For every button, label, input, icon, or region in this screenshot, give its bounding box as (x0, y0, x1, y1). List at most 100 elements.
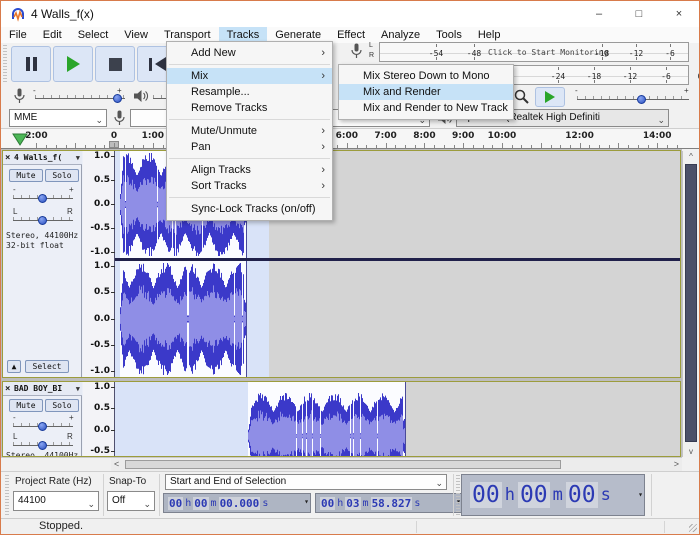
track1-vertical-ruler[interactable]: 1.00.50.0-0.5-1.0 1.00.50.0-0.5-1.0 (83, 151, 115, 377)
menu-item-sync-lock-tracks-on-off[interactable]: Sync-Lock Tracks (on/off) (167, 201, 332, 217)
amplitude-label: 0.5 (83, 404, 115, 413)
recording-meter-toolbar: L R Click to Start Monitoring -54-48-18-… (345, 41, 691, 63)
selection-end-field[interactable]: 00▾h03m58.827s (315, 493, 463, 513)
project-rate-label: Project Rate (Hz) (15, 476, 92, 487)
menu-item-resample[interactable]: Resample... (167, 84, 332, 100)
audio-host-select[interactable]: MME ⌄ (9, 109, 107, 127)
horizontal-scroll-thumb[interactable] (125, 460, 561, 469)
vertical-scroll-thumb[interactable] (685, 164, 697, 442)
menu-file[interactable]: File (1, 27, 35, 43)
status-text: Stopped. (39, 520, 83, 532)
track2-title-bar[interactable]: × BAD BOY_BI ▼ (3, 382, 82, 396)
menu-item-align-tracks[interactable]: Align Tracks› (167, 162, 332, 178)
menu-item-mute-unmute[interactable]: Mute/Unmute› (167, 123, 332, 139)
timeline-label: 0 (111, 131, 117, 141)
selection-mode-select[interactable]: Start and End of Selection ⌄ (165, 474, 447, 490)
track1-title-bar[interactable]: × 4 Walls_f( ▼ (3, 151, 82, 165)
scroll-up-icon[interactable]: ^ (683, 152, 699, 161)
track1-menu-icon[interactable]: ▼ (76, 151, 80, 165)
play-button[interactable] (53, 46, 93, 82)
minimize-button[interactable]: – (579, 1, 619, 27)
amplitude-label: 0.0 (83, 200, 115, 209)
snap-to-select[interactable]: Off ⌄ (107, 491, 155, 511)
submenu-arrow-icon: › (321, 123, 325, 139)
timeline-label: 9:00 (452, 131, 474, 141)
menu-item-pan[interactable]: Pan› (167, 139, 332, 155)
vertical-scrollbar[interactable]: ^ v (682, 151, 699, 457)
menu-edit[interactable]: Edit (35, 27, 70, 43)
play-at-speed-toolbar: - + (511, 86, 693, 109)
menu-item-add-new[interactable]: Add New› (167, 45, 332, 61)
zoom-tool-icon[interactable] (513, 88, 531, 106)
play-speed-thumb[interactable] (637, 95, 646, 104)
track1-close-icon[interactable]: × (5, 151, 10, 165)
stop-button[interactable] (95, 46, 135, 82)
stop-icon (109, 58, 122, 71)
track1-collapse-button[interactable]: ▲ (7, 360, 21, 373)
amplitude-label: 0.5 (83, 176, 115, 185)
track2-close-icon[interactable]: × (5, 382, 10, 396)
menu-item-mix-and-render-to-new-track[interactable]: Mix and Render to New Track (339, 100, 513, 116)
track2-mute-button[interactable]: Mute (9, 399, 43, 412)
microphone-icon (113, 110, 126, 127)
track1-solo-button[interactable]: Solo (45, 169, 79, 182)
amplitude-label: 0.0 (83, 315, 115, 324)
amplitude-label: -1.0 (83, 248, 115, 257)
audio-position-display[interactable]: 00▾h00m00s (461, 474, 645, 516)
toolbar-grip[interactable] (3, 45, 7, 83)
menu-select[interactable]: Select (70, 27, 117, 43)
track-4-walls: 1.00.50.0-0.5-1.0 1.00.50.0-0.5-1.0 × 4 … (2, 150, 681, 378)
track2-menu-icon[interactable]: ▼ (76, 382, 80, 396)
track-area: 1.00.50.0-0.5-1.0 1.00.50.0-0.5-1.0 × 4 … (1, 149, 682, 457)
close-button[interactable]: × (659, 1, 699, 27)
meter-left-label: L (369, 42, 373, 49)
track2-gain-thumb[interactable] (38, 422, 47, 431)
speed-minus: - (575, 86, 578, 95)
menu-view[interactable]: View (116, 27, 156, 43)
amplitude-label: -0.5 (83, 447, 115, 456)
microphone-icon[interactable] (350, 43, 363, 60)
audio-host-value: MME (14, 112, 37, 123)
play-speed-slider[interactable] (577, 99, 689, 100)
window-title: 4 Walls_f(x) (31, 7, 94, 21)
play-at-speed-button[interactable] (535, 87, 565, 107)
menu-item-remove-tracks[interactable]: Remove Tracks (167, 100, 332, 116)
horizontal-scrollbar[interactable]: < > (111, 457, 682, 471)
selection-start-field[interactable]: 00▾h00m00.000s (163, 493, 311, 513)
track2-vertical-ruler[interactable]: 1.00.50.0-0.5 (83, 382, 115, 456)
audacity-window: 4 Walls_f(x) – □ × FileEditSelectViewTra… (0, 0, 700, 535)
resize-grip[interactable] (689, 524, 697, 532)
menu-item-mix[interactable]: Mix› (167, 68, 332, 84)
menu-item-mix-stereo-down-to-mono[interactable]: Mix Stereo Down to Mono (339, 68, 513, 84)
monitor-hint[interactable]: Click to Start Monitoring (488, 48, 608, 57)
project-rate-select[interactable]: 44100 ⌄ (13, 491, 99, 511)
amplitude-label: -0.5 (83, 224, 115, 233)
track1-mute-button[interactable]: Mute (9, 169, 43, 182)
pause-button[interactable] (11, 46, 51, 82)
timeline-ruler[interactable]: 2:0001:002:003:004:005:006:007:008:009:0… (1, 129, 699, 149)
scroll-left-icon[interactable]: < (114, 459, 119, 469)
track1-control-panel: × 4 Walls_f( ▼ Mute Solo - + L R Stereo,… (3, 151, 82, 377)
scroll-down-icon[interactable]: v (683, 447, 699, 456)
selection-mode-value: Start and End of Selection (170, 476, 286, 487)
track1-pan-thumb[interactable] (38, 216, 47, 225)
recording-volume-slider[interactable] (35, 98, 125, 99)
recording-volume-thumb[interactable] (113, 94, 122, 103)
scroll-right-icon[interactable]: > (674, 459, 679, 469)
meter-right-label: R (369, 52, 374, 59)
track1-gain-thumb[interactable] (38, 194, 47, 203)
track2-name: BAD BOY_BI (14, 382, 62, 396)
snap-to-value: Off (112, 495, 125, 506)
track2-waveform-area[interactable] (115, 382, 680, 456)
track2-solo-button[interactable]: Solo (45, 399, 79, 412)
track2-pan-thumb[interactable] (38, 441, 47, 450)
menu-item-sort-tracks[interactable]: Sort Tracks› (167, 178, 332, 194)
amplitude-label: 1.0 (83, 152, 115, 161)
track1-select-button[interactable]: Select (25, 360, 69, 373)
skip-to-start-icon (155, 57, 166, 71)
menu-item-mix-and-render[interactable]: Mix and Render (339, 84, 513, 100)
recording-meter[interactable]: Click to Start Monitoring -54-48-18-12-6… (379, 42, 689, 62)
amplitude-label: -1.0 (83, 367, 115, 376)
timeline-label: 2:00 (25, 131, 47, 141)
maximize-button[interactable]: □ (619, 1, 659, 27)
